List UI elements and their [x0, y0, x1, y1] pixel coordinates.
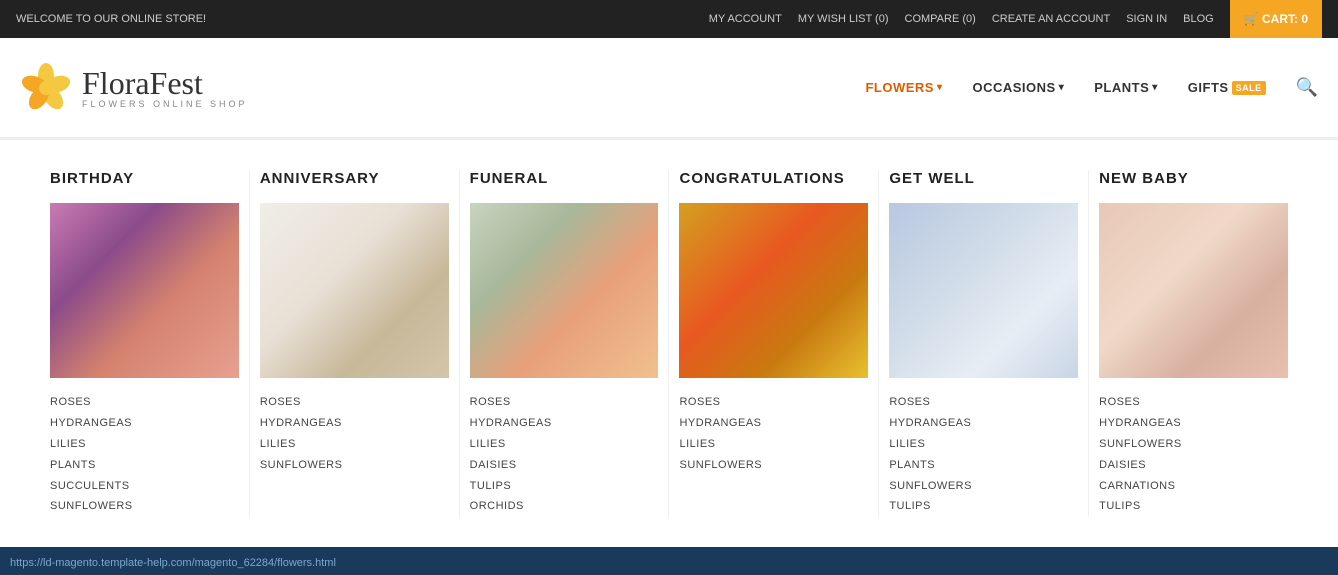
- category-link-item[interactable]: ROSES: [679, 392, 868, 413]
- category-links: ROSESHYDRANGEASLILIESPLANTSSUNFLOWERSTUL…: [889, 392, 1078, 517]
- logo-sub: FLOWERS ONLINE SHOP: [82, 99, 248, 109]
- category-link-item[interactable]: SUNFLOWERS: [889, 476, 1078, 497]
- logo-name: FloraFest: [82, 67, 248, 99]
- chevron-down-icon: ▾: [1059, 82, 1065, 93]
- category-links: ROSESHYDRANGEASLILIESDAISIESTULIPSORCHID…: [470, 392, 659, 517]
- category-link-item[interactable]: HYDRANGEAS: [470, 413, 659, 434]
- category-link-item[interactable]: ROSES: [50, 392, 239, 413]
- header: FloraFest FLOWERS ONLINE SHOP FLOWERS ▾ …: [0, 38, 1338, 138]
- category-link-item[interactable]: HYDRANGEAS: [889, 413, 1078, 434]
- my-account-link[interactable]: MY ACCOUNT: [709, 13, 782, 25]
- category-link-item[interactable]: HYDRANGEAS: [679, 413, 868, 434]
- category-col-anniversary: ANNIVERSARY ROSESHYDRANGEASLILIESSUNFLOWE…: [250, 170, 460, 517]
- category-image[interactable]: [470, 203, 659, 378]
- category-link-item[interactable]: CARNATIONS: [1099, 476, 1288, 497]
- category-link-item[interactable]: LILIES: [260, 434, 449, 455]
- category-col-funeral: FUNERAL ROSESHYDRANGEASLILIESDAISIESTULIP…: [460, 170, 670, 517]
- category-title: NEW BABY: [1099, 170, 1288, 187]
- wish-list-link[interactable]: MY WISH LIST (0): [798, 13, 889, 25]
- category-col-get-well: GET WELL ROSESHYDRANGEASLILIESPLANTSSUNFL…: [879, 170, 1089, 517]
- category-link-item[interactable]: TULIPS: [1099, 496, 1288, 517]
- category-image[interactable]: [1099, 203, 1288, 378]
- cart-button[interactable]: 🛒 CART: 0: [1230, 0, 1322, 38]
- compare-link[interactable]: COMPARE (0): [905, 13, 976, 25]
- category-link-item[interactable]: HYDRANGEAS: [1099, 413, 1288, 434]
- blog-link[interactable]: BLOG: [1183, 13, 1214, 25]
- category-link-item[interactable]: LILIES: [470, 434, 659, 455]
- top-bar-nav: MY ACCOUNT MY WISH LIST (0) COMPARE (0) …: [709, 0, 1322, 38]
- category-title: CONGRATULATIONS: [679, 170, 868, 187]
- nav-plants[interactable]: PLANTS ▾: [1094, 80, 1158, 95]
- nav-occasions[interactable]: OCCASIONS ▾: [972, 80, 1064, 95]
- top-bar: WELCOME TO OUR ONLINE STORE! MY ACCOUNT …: [0, 0, 1338, 38]
- category-col-congratulations: CONGRATULATIONS ROSESHYDRANGEASLILIESSUNF…: [669, 170, 879, 517]
- category-link-item[interactable]: LILIES: [889, 434, 1078, 455]
- chevron-down-icon: ▾: [937, 82, 943, 93]
- nav-flowers[interactable]: FLOWERS ▾: [865, 80, 942, 95]
- category-link-item[interactable]: TULIPS: [889, 496, 1078, 517]
- chevron-down-icon: ▾: [1152, 82, 1158, 93]
- category-title: BIRTHDAY: [50, 170, 239, 187]
- category-link-item[interactable]: ROSES: [889, 392, 1078, 413]
- sign-in-link[interactable]: SIGN IN: [1126, 13, 1167, 25]
- category-link-item[interactable]: HYDRANGEAS: [50, 413, 239, 434]
- sale-badge: SALE: [1232, 81, 1266, 95]
- category-link-item[interactable]: LILIES: [50, 434, 239, 455]
- category-image[interactable]: [679, 203, 868, 378]
- welcome-message: WELCOME TO OUR ONLINE STORE!: [16, 13, 206, 25]
- search-button[interactable]: 🔍: [1296, 77, 1318, 98]
- category-link-item[interactable]: SUNFLOWERS: [1099, 434, 1288, 455]
- category-links: ROSESHYDRANGEASLILIESPLANTSSUCCULENTSSUN…: [50, 392, 239, 517]
- category-link-item[interactable]: ROSES: [1099, 392, 1288, 413]
- category-link-item[interactable]: SUNFLOWERS: [260, 455, 449, 476]
- category-link-item[interactable]: PLANTS: [50, 455, 239, 476]
- logo-flower-icon: [20, 62, 72, 114]
- main-nav: FLOWERS ▾ OCCASIONS ▾ PLANTS ▾ GIFTS SAL…: [865, 77, 1318, 98]
- nav-gifts[interactable]: GIFTS SALE: [1188, 80, 1266, 95]
- category-link-item[interactable]: SUCCULENTS: [50, 476, 239, 497]
- logo-text: FloraFest FLOWERS ONLINE SHOP: [82, 67, 248, 109]
- category-title: FUNERAL: [470, 170, 659, 187]
- category-link-item[interactable]: PLANTS: [889, 455, 1078, 476]
- status-bar: https://ld-magento.template-help.com/mag…: [0, 551, 440, 575]
- flowers-dropdown: BIRTHDAYROSESHYDRANGEASLILIESPLANTSSUCCU…: [0, 138, 1338, 547]
- category-links: ROSESHYDRANGEASLILIESSUNFLOWERS: [679, 392, 868, 476]
- category-col-new-baby: NEW BABY ROSESHYDRANGEASSUNFLOWERSDAISIES…: [1089, 170, 1298, 517]
- category-title: GET WELL: [889, 170, 1078, 187]
- category-link-item[interactable]: DAISIES: [470, 455, 659, 476]
- category-link-item[interactable]: SUNFLOWERS: [679, 455, 868, 476]
- category-image[interactable]: [260, 203, 449, 378]
- category-link-item[interactable]: ORCHIDS: [470, 496, 659, 517]
- category-link-item[interactable]: HYDRANGEAS: [260, 413, 449, 434]
- logo[interactable]: FloraFest FLOWERS ONLINE SHOP: [20, 62, 248, 114]
- category-link-item[interactable]: DAISIES: [1099, 455, 1288, 476]
- create-account-link[interactable]: CREATE AN ACCOUNT: [992, 13, 1110, 25]
- category-col-birthday: BIRTHDAY ROSESHYDRANGEASLILIESPLANTSSUCCU…: [40, 170, 250, 517]
- category-link-item[interactable]: ROSES: [260, 392, 449, 413]
- category-image[interactable]: [889, 203, 1078, 378]
- category-link-item[interactable]: ROSES: [470, 392, 659, 413]
- category-link-item[interactable]: LILIES: [679, 434, 868, 455]
- category-link-item[interactable]: SUNFLOWERS: [50, 496, 239, 517]
- category-title: ANNIVERSARY: [260, 170, 449, 187]
- category-links: ROSESHYDRANGEASLILIESSUNFLOWERS: [260, 392, 449, 476]
- category-links: ROSESHYDRANGEASSUNFLOWERSDAISIESCARNATIO…: [1099, 392, 1288, 517]
- category-link-item[interactable]: TULIPS: [470, 476, 659, 497]
- category-image[interactable]: [50, 203, 239, 378]
